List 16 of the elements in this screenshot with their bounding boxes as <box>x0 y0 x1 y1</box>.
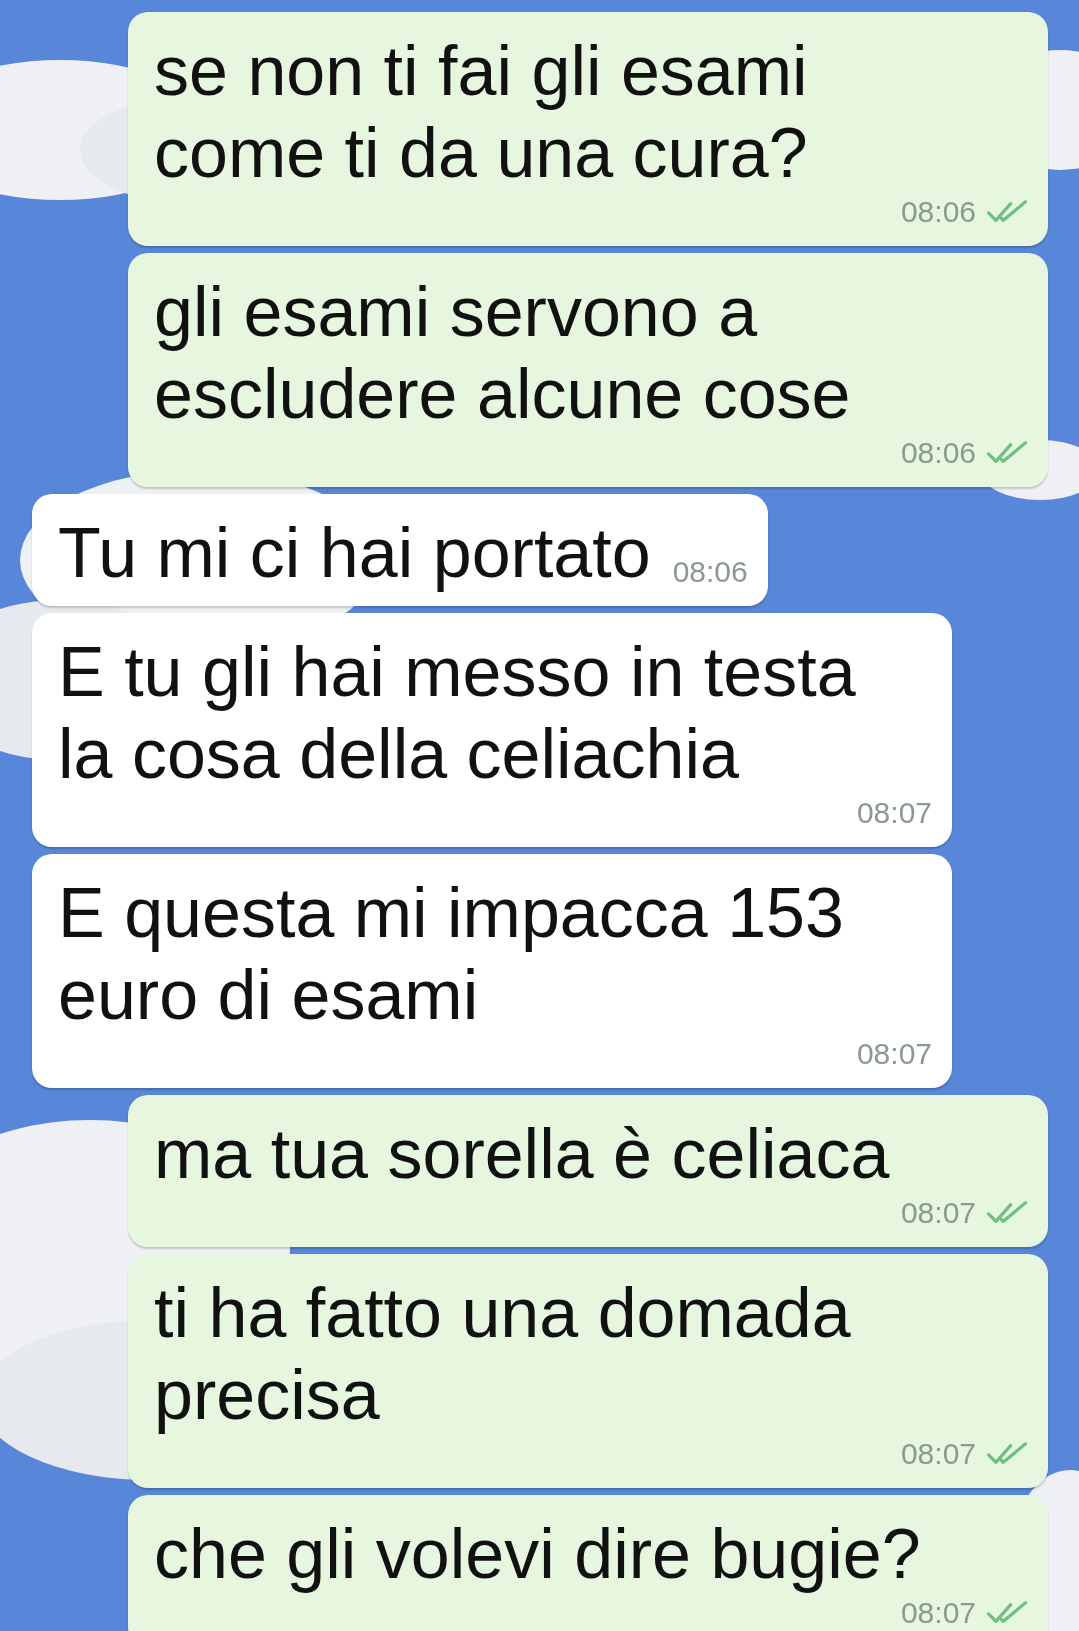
message-time: 08:07 <box>856 1036 932 1072</box>
message-text: che gli volevi dire bugie? <box>154 1514 921 1595</box>
message-time: 08:06 <box>900 194 976 230</box>
message-text: gli esami servono a escludere alcune cose <box>154 272 852 435</box>
message-time: 08:07 <box>856 795 932 831</box>
message-time: 08:06 <box>672 554 748 590</box>
message-text: ti ha fatto una domada precisa <box>154 1273 852 1436</box>
message-text: se non ti fai gli esami come ti da una cura? <box>154 31 809 194</box>
message-text: Tu mi ci hai portato <box>58 513 651 594</box>
message-time: 08:06 <box>900 435 976 471</box>
message-text: E tu gli hai messo in testa la cosa della celiachia <box>58 632 857 795</box>
message-time: 08:07 <box>900 1595 976 1631</box>
message-text: ma tua sorella è celiaca <box>154 1114 890 1195</box>
message-time: 08:07 <box>900 1195 976 1231</box>
message-time: 08:07 <box>900 1436 976 1472</box>
message-text: E questa mi impacca 153 euro di esami <box>58 873 845 1036</box>
